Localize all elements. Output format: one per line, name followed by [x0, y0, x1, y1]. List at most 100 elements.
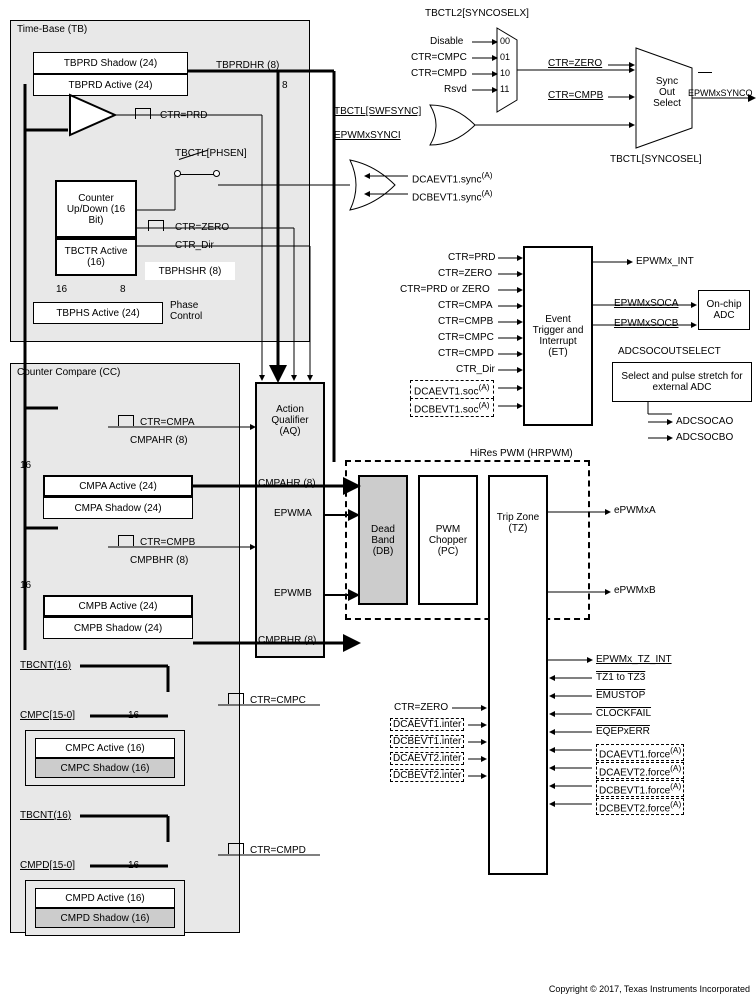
epwmxb-lbl: ePWMxB — [614, 585, 656, 596]
pwm-chopper: PWM Chopper (PC) — [418, 475, 478, 605]
epwmxa-lbl: ePWMxA — [614, 505, 656, 516]
cmpb-shadow-lbl: CMPB Shadow (24) — [74, 623, 162, 634]
cmpc-shadow: CMPC Shadow (16) — [35, 758, 175, 778]
action-qualifier: Action Qualifier (AQ) — [255, 382, 325, 658]
et-ctrzero: CTR=ZERO — [438, 268, 492, 279]
sync-ctrzero: CTR=ZERO — [548, 58, 602, 69]
tbphs-active: TBPHS Active (24) — [33, 302, 163, 324]
tz1-tz3-lbl: TZ1 to TZ3 — [596, 672, 645, 683]
et-ctrcmpc: CTR=CMPC — [438, 332, 494, 343]
db-lbl: Dead Band (DB) — [363, 524, 403, 557]
tbphshr-lbl: TBPHSHR (8) — [159, 266, 222, 277]
pulse-icon-zero — [148, 220, 164, 231]
ctr-cmpa-lbl: CTR=CMPA — [140, 417, 195, 428]
sync-ctrcmpb: CTR=CMPB — [548, 90, 603, 101]
adcsocao-lbl: ADCSOCAO — [676, 416, 733, 427]
hrpwm-title: HiRes PWM (HRPWM) — [470, 448, 573, 459]
et-ctrprd: CTR=PRD — [448, 252, 496, 263]
sync-cmpd: CTR=CMPD — [411, 68, 467, 79]
cmpd-range-lbl: CMPD[15-0] — [20, 860, 75, 871]
mux00: 00 — [500, 36, 510, 46]
tb-bus16: 16 — [56, 284, 67, 295]
cc-bus16c: 16 — [128, 710, 139, 721]
swfsync-lbl: TBCTL[SWFSYNC] — [334, 106, 421, 117]
cmpb-active: CMPB Active (24) — [43, 595, 193, 617]
or-gate-dcevt-icon — [350, 160, 395, 210]
pc-lbl: PWM Chopper (PC) — [423, 524, 473, 557]
cmpbhr-lbl: CMPBHR (8) — [130, 555, 188, 566]
aq-epwmb: EPWMB — [274, 588, 312, 599]
cmpd-active-lbl: CMPD Active (16) — [65, 893, 144, 904]
cmpahr-lbl: CMPAHR (8) — [130, 435, 188, 446]
sync-cmpc: CTR=CMPC — [411, 52, 467, 63]
ctr-cmpd-lbl: CTR=CMPD — [250, 845, 306, 856]
pulse-cmpd — [228, 843, 244, 854]
tbcnt2-lbl: TBCNT(16) — [20, 810, 71, 821]
cmpd-shadow: CMPD Shadow (16) — [35, 908, 175, 928]
tbprd-comparator-icon — [70, 95, 115, 135]
tbctl2-lbl: TBCTL2[SYNCOSELX] — [425, 8, 529, 19]
cmpa-active-lbl: CMPA Active (24) — [79, 481, 157, 492]
cmpc-active: CMPC Active (16) — [35, 738, 175, 758]
cc-bus16d: 16 — [128, 860, 139, 871]
pulse-cmpb — [118, 535, 134, 546]
copyright-lbl: Copyright © 2017, Texas Instruments Inco… — [549, 984, 750, 994]
ctr-cmpc-lbl: CTR=CMPC — [250, 695, 306, 706]
dcbevt2f-lbl: DCBEVT2.force(A) — [596, 798, 684, 815]
et-ctrcmpb: CTR=CMPB — [438, 316, 493, 327]
cmpa-shadow-lbl: CMPA Shadow (24) — [74, 503, 161, 514]
dcaevt2f-lbl: DCAEVT2.force(A) — [596, 762, 684, 779]
cmpa-active: CMPA Active (24) — [43, 475, 193, 497]
ctr-prd-lbl: CTR=PRD — [160, 110, 208, 121]
trip-zone: Trip Zone (TZ) — [488, 475, 548, 875]
dcaevt2i-lbl: DCAEVT2.inter — [390, 752, 464, 765]
tbcnt1-lbl: TBCNT(16) — [20, 660, 71, 671]
dead-band: Dead Band (DB) — [358, 475, 408, 605]
switch-icon — [177, 162, 217, 175]
cmpb-shadow: CMPB Shadow (24) — [43, 617, 193, 639]
aq-epwma: EPWMA — [274, 508, 312, 519]
epwmx-int-lbl: EPWMx_INT — [636, 256, 694, 267]
ctr-zero-lbl: CTR=ZERO — [175, 222, 229, 233]
cc-bus16a: 16 — [20, 460, 31, 471]
epwmxsoca-lbl: EPWMxSOCA — [614, 298, 678, 309]
tbphshr: TBPHSHR (8) — [145, 262, 235, 280]
dcaevt1sync-lbl: DCAEVT1.sync(A) — [412, 170, 493, 185]
aq-cmpbhr: CMPBHR (8) — [258, 635, 316, 646]
dcbevt2i-lbl: DCBEVT2.inter — [390, 769, 464, 782]
et-ctrprdzero: CTR=PRD or ZERO — [400, 284, 490, 295]
epwmxsocb-lbl: EPWMxSOCB — [614, 318, 678, 329]
epwmxsynci-lbl: EPWMxSYNCI — [334, 130, 401, 141]
onchip-adc-lbl: On-chip ADC — [701, 299, 747, 321]
dcaevt1i-lbl: DCAEVT1.inter — [390, 718, 464, 731]
cmpb-active-lbl: CMPB Active (24) — [79, 601, 158, 612]
tz-lbl: Trip Zone (TZ) — [496, 512, 541, 534]
aq-title: Action Qualifier (AQ) — [260, 404, 320, 437]
dcaevt1f-lbl: DCAEVT1.force(A) — [596, 744, 684, 761]
cmpa-shadow: CMPA Shadow (24) — [43, 497, 193, 519]
et-title: Event Trigger and Interrupt (ET) — [530, 314, 586, 358]
tbctr-lbl: TBCTR Active (16) — [59, 246, 133, 268]
tbphs-lbl: TBPHS Active (24) — [56, 308, 139, 319]
tbctr-active: TBCTR Active (16) — [55, 238, 137, 276]
et-ctrdir: CTR_Dir — [456, 364, 495, 375]
emustop-lbl: EMUSTOP — [596, 690, 645, 701]
counter-updown: Counter Up/Down (16 Bit) — [55, 180, 137, 238]
cmpd-shadow-lbl: CMPD Shadow (16) — [61, 913, 150, 924]
epwmxsynco-lbl: EPWMxSYNCO — [688, 88, 753, 98]
et-ctrcmpd: CTR=CMPD — [438, 348, 494, 359]
et-dcb-dashed: DCBEVT1.soc(A) — [410, 398, 494, 417]
event-trigger: Event Trigger and Interrupt (ET) — [523, 246, 593, 426]
pulse-synco — [698, 72, 712, 73]
syncosel-lbl: TBCTL[SYNCOSEL] — [610, 154, 702, 165]
cmpc-active-lbl: CMPC Active (16) — [65, 743, 144, 754]
counter-lbl: Counter Up/Down (16 Bit) — [59, 193, 133, 226]
adcsocout-lbl: ADCSOCOUTSELECT — [618, 346, 721, 357]
mux11: 11 — [500, 84, 509, 94]
tb-bus8a: 8 — [120, 284, 126, 295]
select-stretch-lbl: Select and pulse stretch for external AD… — [617, 371, 747, 393]
et-ctrcmpa: CTR=CMPA — [438, 300, 493, 311]
dcbevt1f-lbl: DCBEVT1.force(A) — [596, 780, 684, 797]
sync-disable: Disable — [430, 36, 463, 47]
cc-bus16b: 16 — [20, 580, 31, 591]
